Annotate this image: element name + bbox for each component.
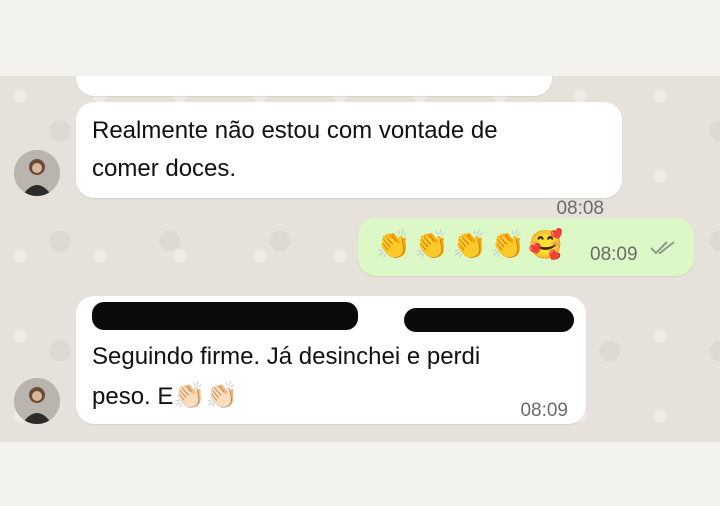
clapping-hands-emoji: 👏 [376, 229, 411, 260]
smiling-face-with-hearts-emoji: 🥰 [528, 229, 563, 260]
redacted-reply-text [404, 308, 574, 332]
message-line: Seguindo firme. Já desinchei e perdi [92, 343, 481, 370]
redacted-reply-sender [92, 302, 358, 330]
chat-area[interactable]: 08:08 Realmente não estou com vontade de… [0, 76, 720, 442]
header-background [0, 0, 720, 76]
contact-avatar[interactable] [14, 378, 60, 424]
message-bubble-incoming[interactable]: Realmente não estou com vontade de comer… [76, 102, 622, 219]
message-time: 08:08 [486, 76, 534, 90]
clapping-hands-emoji: 👏🏻 [173, 380, 206, 410]
message-line-text: peso. E [92, 383, 174, 410]
clapping-hands-emoji: 👏🏻 [205, 380, 239, 410]
message-text: Realmente não estou com vontade de comer… [92, 112, 498, 188]
clapping-hands-emoji: 👏 [490, 229, 525, 260]
message-bubble-incoming[interactable]: Seguindo firme. Já desinchei e perdi pes… [76, 296, 586, 424]
message-line: comer doces. [92, 155, 237, 182]
message-time: 08:09 [590, 244, 638, 265]
message-line: peso. E👏🏻👏🏻 [92, 376, 480, 416]
double-check-read-icon [650, 241, 675, 255]
footer-background [0, 442, 720, 506]
message-time: 08:09 [520, 400, 568, 421]
message-text: Seguindo firme. Já desinchei e perdi pes… [92, 338, 480, 416]
message-bubble-prev[interactable]: 08:08 [76, 76, 552, 96]
message-bubble-outgoing[interactable]: 👏 👏 👏 👏 🥰 08:09 [358, 218, 694, 276]
clapping-hands-emoji: 👏 [452, 229, 487, 260]
clapping-hands-emoji: 👏 [414, 229, 449, 260]
contact-avatar[interactable] [14, 150, 60, 196]
message-line: Realmente não estou com vontade de [92, 117, 498, 144]
